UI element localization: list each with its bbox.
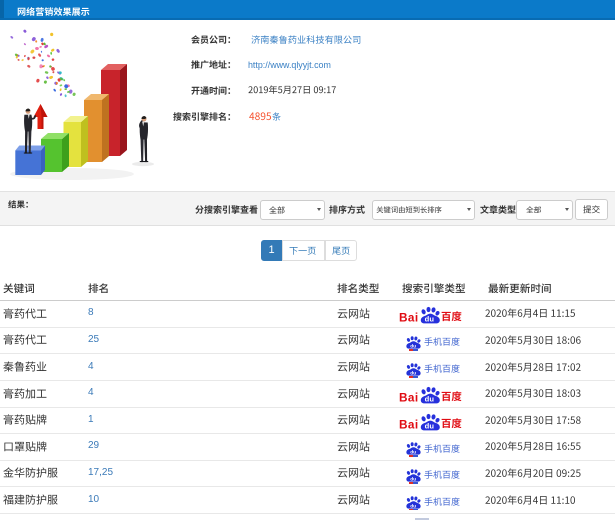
svg-text:Bai: Bai: [399, 311, 419, 325]
svg-text:du: du: [425, 395, 435, 404]
svg-text:Bai: Bai: [399, 391, 419, 405]
svg-text:Bai: Bai: [399, 417, 419, 431]
svg-text:du: du: [425, 315, 435, 324]
svg-text:du: du: [425, 421, 435, 430]
